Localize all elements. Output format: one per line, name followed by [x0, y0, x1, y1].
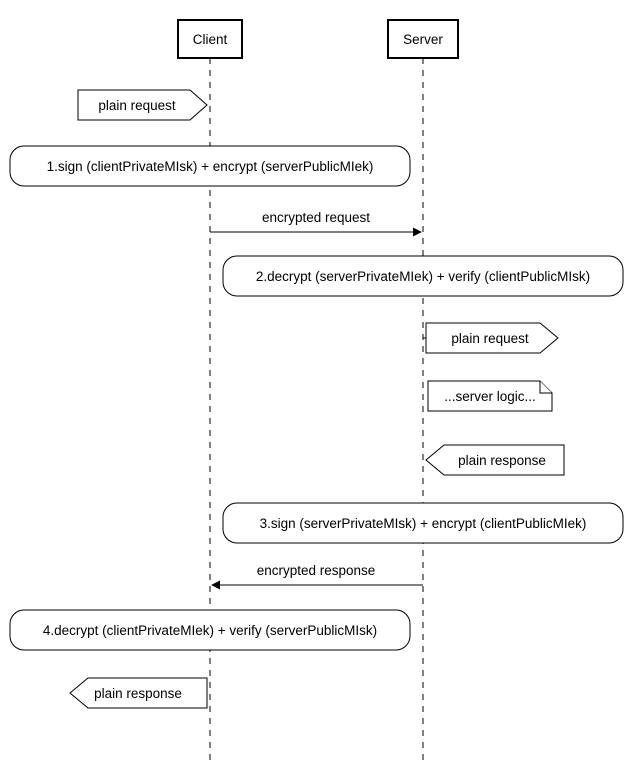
step-2-label: 2.decrypt (serverPrivateMIek) + verify (…	[256, 269, 590, 284]
tag-plain-response-client-label: plain response	[94, 686, 182, 701]
step-4: 4.decrypt (clientPrivateMIek) + verify (…	[10, 610, 410, 650]
step-2: 2.decrypt (serverPrivateMIek) + verify (…	[223, 256, 623, 296]
message-encrypted-request-label: encrypted request	[262, 210, 370, 225]
tag-plain-request-server: plain request	[423, 323, 558, 353]
participant-server: Server	[388, 20, 458, 58]
tag-plain-response-client: plain response	[70, 678, 207, 708]
step-1-label: 1.sign (clientPrivateMIsk) + encrypt (se…	[47, 159, 374, 174]
tag-plain-response-server-label: plain response	[458, 453, 546, 468]
step-4-label: 4.decrypt (clientPrivateMIek) + verify (…	[43, 623, 377, 638]
step-3: 3.sign (serverPrivateMIsk) + encrypt (cl…	[223, 503, 623, 543]
tag-plain-request-client-label: plain request	[98, 98, 176, 113]
tag-plain-response-server: plain response	[426, 445, 564, 475]
note-server-logic: ...server logic...	[428, 381, 552, 411]
message-encrypted-response: encrypted response	[212, 563, 423, 585]
step-1: 1.sign (clientPrivateMIsk) + encrypt (se…	[10, 146, 410, 186]
tag-plain-request-server-label: plain request	[451, 331, 529, 346]
tag-plain-request-client: plain request	[78, 90, 207, 120]
participant-server-label: Server	[403, 32, 443, 47]
participant-client-label: Client	[193, 32, 228, 47]
step-3-label: 3.sign (serverPrivateMIsk) + encrypt (cl…	[260, 516, 587, 531]
message-encrypted-request: encrypted request	[210, 210, 421, 232]
note-server-logic-label: ...server logic...	[444, 389, 536, 404]
message-encrypted-response-label: encrypted response	[257, 563, 376, 578]
participant-client: Client	[178, 20, 242, 58]
